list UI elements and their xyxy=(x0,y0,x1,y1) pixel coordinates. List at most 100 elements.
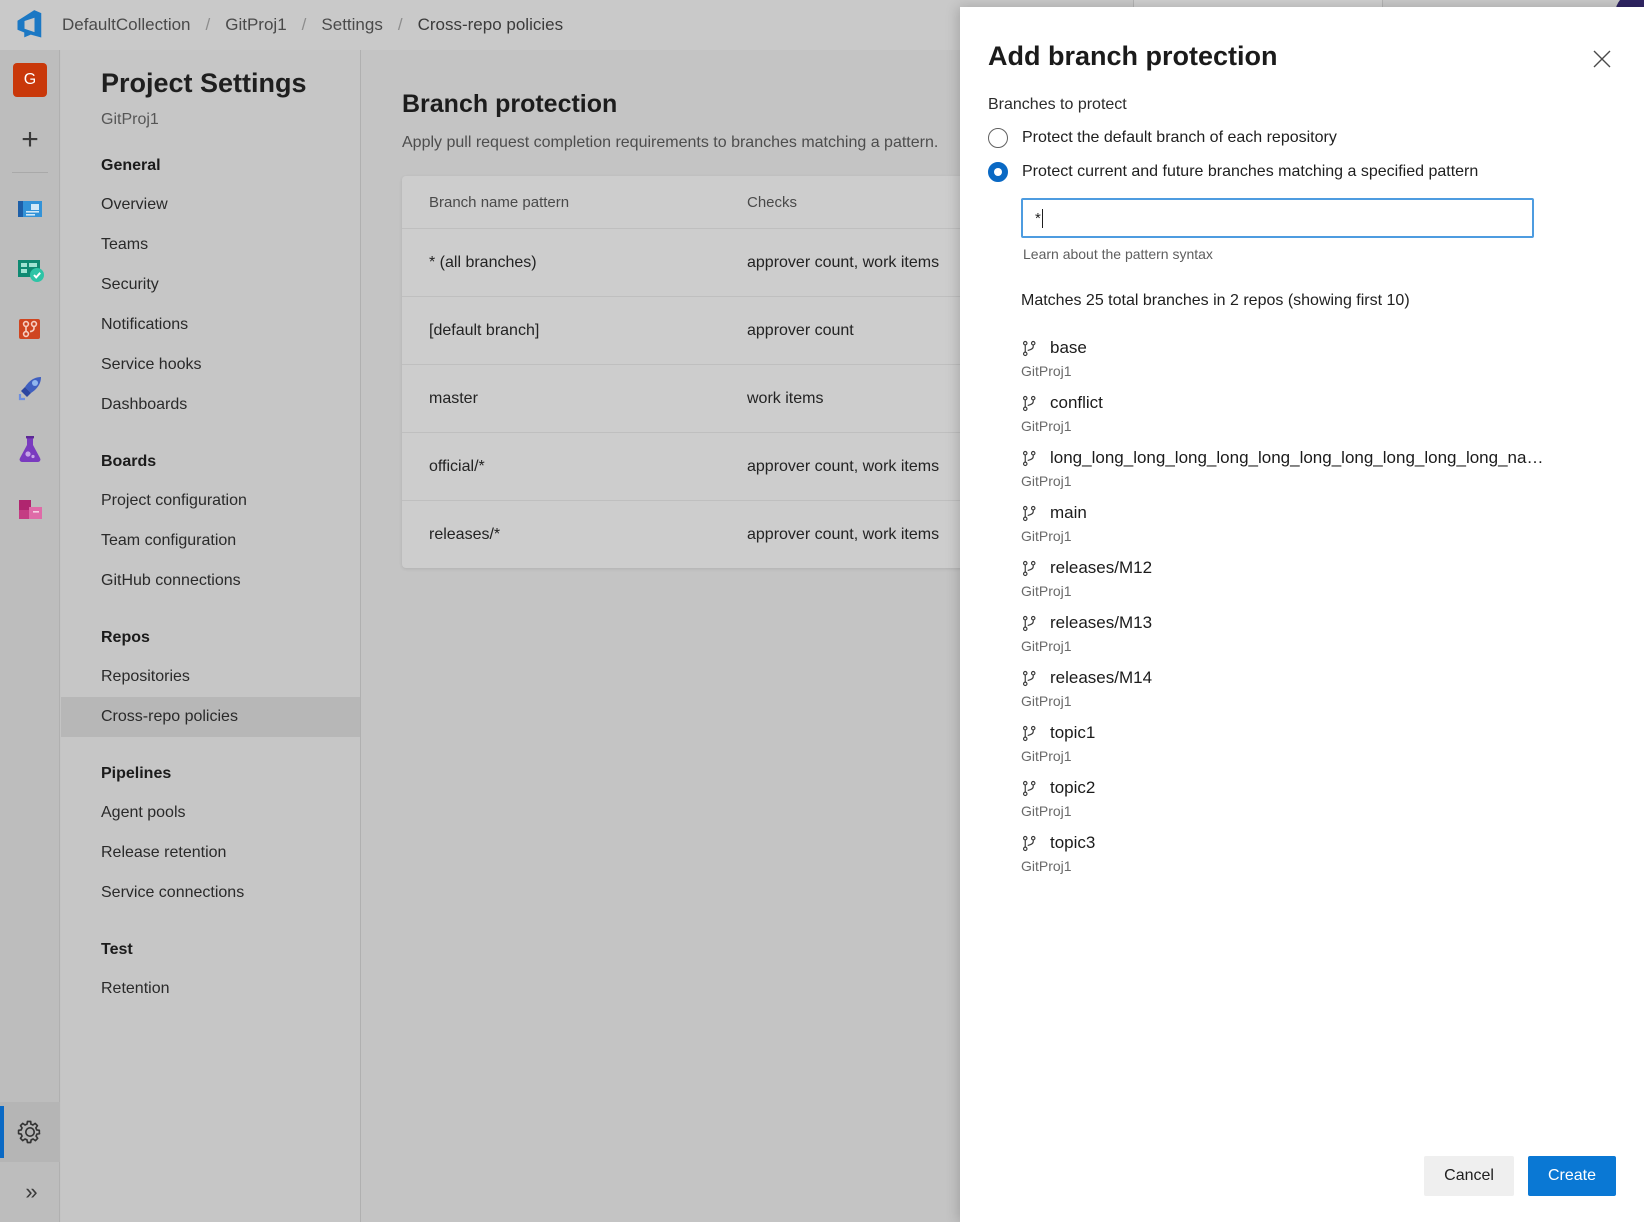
sidebar-item-agent-pools[interactable]: Agent pools xyxy=(61,793,360,833)
repos-hub-button[interactable] xyxy=(0,299,60,359)
radio-option-pattern[interactable]: Protect current and future branches matc… xyxy=(988,162,1616,182)
branch-repo: GitProj1 xyxy=(1021,363,1616,379)
breadcrumb-item-0[interactable]: DefaultCollection xyxy=(60,15,193,35)
sidebar-item-service-hooks[interactable]: Service hooks xyxy=(61,345,360,385)
branch-row: topic1 xyxy=(1021,723,1616,743)
branch-repo: GitProj1 xyxy=(1021,638,1616,654)
branch-name: topic3 xyxy=(1050,833,1095,853)
expand-rail-button[interactable]: » xyxy=(0,1162,60,1222)
close-icon-glyph xyxy=(1591,48,1613,70)
sidebar-item-github-connections[interactable]: GitHub connections xyxy=(61,561,360,601)
project-settings-button[interactable] xyxy=(0,1102,60,1162)
radio-icon-selected xyxy=(988,162,1008,182)
branch-name: releases/M13 xyxy=(1050,613,1152,633)
branch-name: conflict xyxy=(1050,393,1103,413)
sidebar-item-dashboards[interactable]: Dashboards xyxy=(61,385,360,425)
cell-pattern: official/* xyxy=(402,458,747,476)
sidebar-item-cross-repo-policies[interactable]: Cross-repo policies xyxy=(61,697,360,737)
branch-name: releases/M14 xyxy=(1050,668,1152,688)
list-item: releases/M13 GitProj1 xyxy=(1021,599,1616,654)
git-branch-icon xyxy=(1021,835,1038,852)
radio-option-default-branch[interactable]: Protect the default branch of each repos… xyxy=(988,128,1616,148)
artifacts-hub-icon xyxy=(14,493,46,525)
boards-hub-icon xyxy=(14,253,46,285)
rail-divider xyxy=(12,172,48,173)
sidebar-item-security[interactable]: Security xyxy=(61,265,360,305)
git-branch-icon xyxy=(1021,450,1038,467)
breadcrumb-item-3[interactable]: Cross-repo policies xyxy=(416,15,566,35)
sidebar-item-team-configuration[interactable]: Team configuration xyxy=(61,521,360,561)
text-caret xyxy=(1042,209,1043,228)
dialog-title: Add branch protection xyxy=(988,41,1606,72)
sidebar-item-overview[interactable]: Overview xyxy=(61,185,360,225)
dialog-body: Branches to protect Protect the default … xyxy=(960,72,1644,1130)
repos-hub-icon xyxy=(14,313,46,345)
branch-repo: GitProj1 xyxy=(1021,803,1616,819)
nav-group-boards: Boards xyxy=(61,425,360,471)
branch-repo: GitProj1 xyxy=(1021,418,1616,434)
sidebar-item-retention[interactable]: Retention xyxy=(61,969,360,1009)
git-branch-icon xyxy=(1021,340,1038,357)
pipelines-hub-button[interactable] xyxy=(0,359,60,419)
branch-row: main xyxy=(1021,503,1616,523)
project-name: GitProj1 xyxy=(61,99,360,129)
overview-hub-button[interactable] xyxy=(0,179,60,239)
radio-label: Protect current and future branches matc… xyxy=(1022,163,1478,181)
pattern-input[interactable]: * xyxy=(1021,198,1534,238)
breadcrumb-item-1[interactable]: GitProj1 xyxy=(223,15,288,35)
sidebar-item-release-retention[interactable]: Release retention xyxy=(61,833,360,873)
list-item: main GitProj1 xyxy=(1021,489,1616,544)
pattern-syntax-link[interactable]: Learn about the pattern syntax xyxy=(1023,246,1616,262)
branch-repo: GitProj1 xyxy=(1021,693,1616,709)
boards-hub-button[interactable] xyxy=(0,239,60,299)
sidebar-item-project-configuration[interactable]: Project configuration xyxy=(61,481,360,521)
cell-pattern: * (all branches) xyxy=(402,254,747,272)
sidebar-item-teams[interactable]: Teams xyxy=(61,225,360,265)
new-item-button[interactable]: + xyxy=(0,110,60,170)
cell-pattern: releases/* xyxy=(402,526,747,544)
azure-devops-logo-glyph xyxy=(15,10,45,40)
branch-row: topic3 xyxy=(1021,833,1616,853)
breadcrumb-item-2[interactable]: Settings xyxy=(319,15,384,35)
product-rail: G + xyxy=(0,50,60,1222)
radio-icon xyxy=(988,128,1008,148)
git-branch-icon xyxy=(1021,395,1038,412)
overview-hub-icon xyxy=(14,193,46,225)
close-icon[interactable] xyxy=(1584,41,1620,77)
plus-icon: + xyxy=(21,125,39,155)
sidebar-item-repositories[interactable]: Repositories xyxy=(61,657,360,697)
list-item: topic2 GitProj1 xyxy=(1021,764,1616,819)
nav-group-pipelines: Pipelines xyxy=(61,737,360,783)
list-item: topic3 GitProj1 xyxy=(1021,819,1616,874)
branch-repo: GitProj1 xyxy=(1021,748,1616,764)
list-item: conflict GitProj1 xyxy=(1021,379,1616,434)
artifacts-hub-button[interactable] xyxy=(0,479,60,539)
git-branch-icon xyxy=(1021,505,1038,522)
test-plans-hub-icon xyxy=(14,433,46,465)
test-plans-hub-button[interactable] xyxy=(0,419,60,479)
match-summary-text: Matches 25 total branches in 2 repos (sh… xyxy=(1021,292,1616,310)
branch-row: base xyxy=(1021,338,1616,358)
nav-group-general: General xyxy=(61,129,360,175)
cancel-button[interactable]: Cancel xyxy=(1424,1156,1514,1196)
branch-name: main xyxy=(1050,503,1087,523)
git-branch-icon xyxy=(1021,725,1038,742)
branch-repo: GitProj1 xyxy=(1021,528,1616,544)
breadcrumb-separator: / xyxy=(193,15,224,35)
branch-name: topic2 xyxy=(1050,778,1095,798)
dialog-footer: Cancel Create xyxy=(960,1130,1644,1222)
pattern-input-value: * xyxy=(1035,210,1041,227)
branch-repo: GitProj1 xyxy=(1021,858,1616,874)
branch-row: conflict xyxy=(1021,393,1616,413)
radio-label: Protect the default branch of each repos… xyxy=(1022,129,1337,147)
branch-repo: GitProj1 xyxy=(1021,583,1616,599)
pipelines-hub-icon xyxy=(14,373,46,405)
sidebar-item-notifications[interactable]: Notifications xyxy=(61,305,360,345)
branch-repo: GitProj1 xyxy=(1021,473,1616,489)
sidebar-item-service-connections[interactable]: Service connections xyxy=(61,873,360,913)
org-badge[interactable]: G xyxy=(0,50,60,110)
azure-devops-logo-icon[interactable] xyxy=(0,0,60,50)
create-button[interactable]: Create xyxy=(1528,1156,1616,1196)
rail-bottom-group: » xyxy=(0,1102,60,1222)
org-badge-label: G xyxy=(13,63,47,97)
